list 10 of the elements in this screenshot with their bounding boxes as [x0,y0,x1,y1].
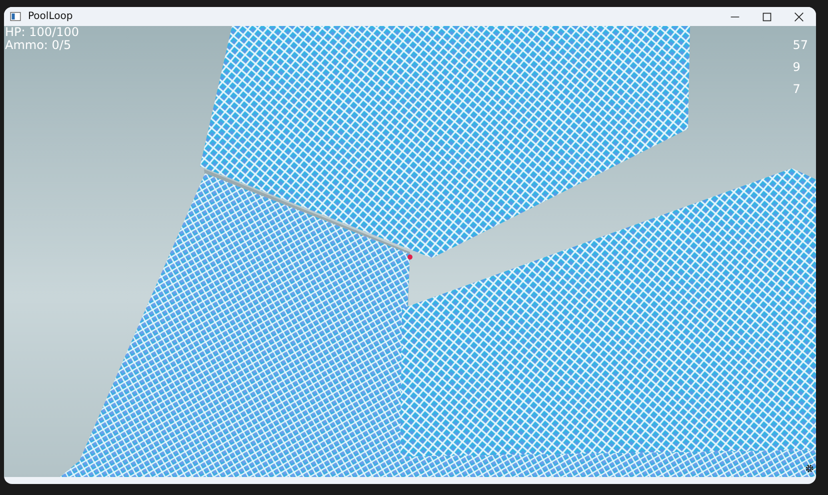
window-title: PoolLoop [28,11,73,22]
hud-text: HP: 100/100 [5,26,79,39]
maximize-icon[interactable] [762,12,772,22]
stat-value: 7 [792,82,800,96]
hud-text: Ammo: 0/5 [5,39,72,52]
gear-icon[interactable] [805,464,814,473]
close-icon[interactable] [794,12,804,22]
stat-value: 9 [792,60,800,74]
app-icon [10,12,21,21]
stat-value: 57 [792,38,808,52]
